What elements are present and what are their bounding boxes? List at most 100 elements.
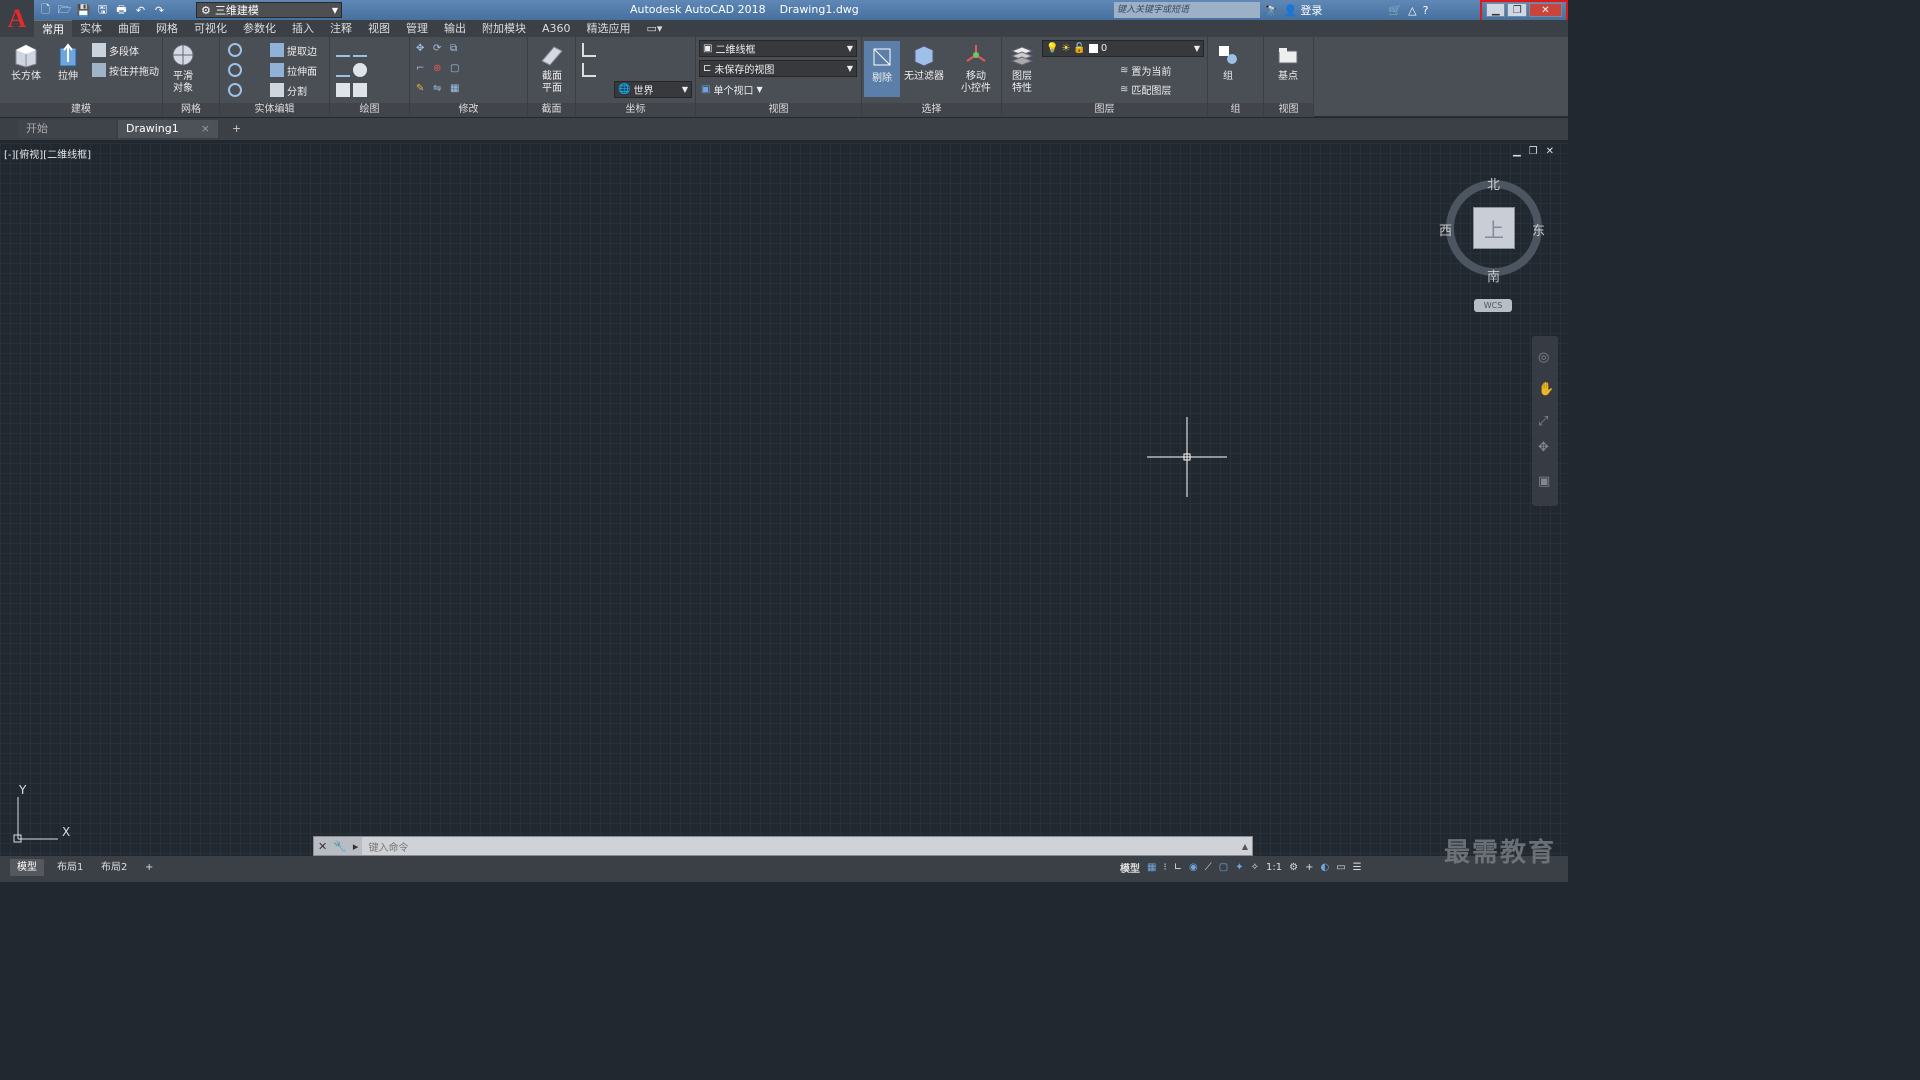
fillet-tools[interactable]: ⌐ ⊕ ▢	[416, 61, 464, 79]
move-tools[interactable]: ✥ ⟳ ⧉	[416, 41, 464, 59]
pan-icon[interactable]: ✋	[1538, 382, 1554, 397]
intersect-button[interactable]	[228, 81, 242, 99]
compass-north[interactable]: 北	[1487, 174, 1500, 193]
ribbon-tab-0[interactable]: 常用	[34, 20, 72, 37]
no-filter-button[interactable]: 无过滤器	[904, 41, 944, 83]
drawing-area[interactable]: [-][俯视][二维线框] ▁ ❐ ✕ Y X	[0, 143, 1568, 856]
spline-tools[interactable]	[336, 61, 367, 79]
undo-icon[interactable]: ↶	[133, 3, 148, 18]
ribbon-tab-13[interactable]: 精选应用	[579, 20, 639, 37]
ribbon-tab-4[interactable]: 可视化	[186, 20, 235, 37]
ortho-icon[interactable]: ∟	[1174, 862, 1182, 873]
close-button[interactable]: ✕	[1528, 3, 1562, 17]
add-layout-button[interactable]: +	[138, 859, 160, 876]
panel-title-layers[interactable]: 图层	[1002, 103, 1207, 117]
panel-title-view2[interactable]: 视图	[1264, 103, 1313, 117]
match-layer-button[interactable]: ≋ 匹配图层	[1120, 80, 1171, 98]
isodraft-icon[interactable]: ⟋	[1205, 862, 1212, 873]
ribbon-tab-3[interactable]: 网格	[148, 20, 186, 37]
ribbon-tab-7[interactable]: 注释	[322, 20, 360, 37]
cart-icon[interactable]: 🛒	[1388, 4, 1402, 17]
ribbon-tab-2[interactable]: 曲面	[110, 20, 148, 37]
recent-commands-icon[interactable]: ▸	[353, 840, 359, 853]
panel-title-selection[interactable]: 选择	[862, 103, 1001, 117]
polar-icon[interactable]: ◉	[1189, 862, 1198, 873]
box-button[interactable]: 长方体	[8, 41, 44, 83]
binoculars-icon[interactable]: 🔭	[1264, 4, 1278, 17]
layout-tab-2[interactable]: 布局2	[94, 859, 134, 876]
save-icon[interactable]: 💾	[76, 3, 91, 18]
base-point-button[interactable]: 基点	[1270, 41, 1306, 83]
layout-tab-model[interactable]: 模型	[10, 859, 44, 876]
customize-menu-icon[interactable]: ☰	[1353, 862, 1362, 873]
print-icon[interactable]: 🖶	[114, 3, 129, 18]
polysolid-button[interactable]: 多段体	[92, 41, 139, 59]
minimize-button[interactable]: ▁	[1486, 3, 1506, 17]
workspace-switch-icon[interactable]: ⚙	[1289, 862, 1298, 873]
annotation-scale[interactable]: 1:1	[1266, 862, 1282, 873]
panel-title-solid-edit[interactable]: 实体编辑	[220, 103, 329, 117]
ucs-tools-1[interactable]	[582, 41, 596, 59]
panel-title-modeling[interactable]: 建模	[0, 103, 162, 117]
tab-start[interactable]: 开始	[18, 120, 116, 138]
zoom-extents-icon[interactable]: ⤢	[1538, 414, 1548, 429]
hardware-acceleration-icon[interactable]: ◐	[1320, 862, 1329, 873]
compass-east[interactable]: 东	[1532, 220, 1545, 239]
new-tab-button[interactable]: +	[224, 120, 244, 138]
layout-tab-1[interactable]: 布局1	[50, 859, 90, 876]
tab-drawing1[interactable]: Drawing1 ×	[118, 120, 218, 138]
wcs-menu[interactable]: WCS	[1474, 299, 1512, 312]
orbit-icon[interactable]: ✥	[1538, 440, 1549, 455]
visual-style-dropdown[interactable]: ▣ 二维线框 ▼	[699, 40, 857, 57]
extrude-faces-button[interactable]: 拉伸面	[270, 61, 317, 79]
layer-dropdown[interactable]: 💡 ☀ 🔓 0 ▼	[1042, 40, 1204, 57]
line-tools[interactable]	[336, 41, 367, 59]
command-input[interactable]: 键入命令	[362, 839, 408, 854]
plus-icon[interactable]: +	[1305, 862, 1313, 873]
presspull-button[interactable]: 按住并拖动	[92, 61, 159, 79]
extrude-button[interactable]: 拉伸	[50, 41, 86, 83]
showmotion-icon[interactable]: ▣	[1538, 474, 1550, 489]
compass-south[interactable]: 南	[1487, 266, 1500, 285]
login-button[interactable]: 👤 登录	[1284, 2, 1323, 18]
separate-button[interactable]: 分割	[270, 81, 307, 99]
clean-screen-icon[interactable]: ▭	[1336, 862, 1345, 873]
panel-title-groups[interactable]: 组	[1208, 103, 1263, 117]
viewcube[interactable]: 上 北 南 东 西	[1439, 178, 1545, 285]
ribbon-tab-9[interactable]: 管理	[398, 20, 436, 37]
a360-icon[interactable]: △	[1408, 4, 1416, 17]
help-icon[interactable]: ?	[1423, 4, 1429, 17]
layer-properties-button[interactable]: 图层 特性	[1004, 41, 1040, 95]
model-space-button[interactable]: 模型	[1120, 860, 1140, 875]
panel-title-section[interactable]: 截面	[528, 103, 575, 117]
saved-view-dropdown[interactable]: ⊏ 未保存的视图 ▼	[699, 60, 857, 77]
group-button[interactable]: 组	[1210, 41, 1246, 83]
panel-title-modify[interactable]: 修改	[410, 103, 527, 117]
move-gizmo-button[interactable]: 移动 小控件	[958, 41, 994, 95]
panel-title-draw[interactable]: 绘图	[330, 103, 409, 117]
panel-title-coordinates[interactable]: 坐标	[576, 103, 695, 117]
steering-wheel-icon[interactable]: ◎	[1538, 350, 1549, 365]
close-command-line-icon[interactable]: ✕	[318, 840, 327, 853]
annotation-icon[interactable]: ✦	[1235, 862, 1243, 873]
open-file-icon[interactable]: 🗁	[57, 3, 72, 18]
culling-button[interactable]: 剔除	[864, 41, 900, 97]
subtract-button[interactable]	[228, 61, 242, 79]
ribbon-tab-11[interactable]: 附加模块	[474, 20, 534, 37]
application-menu-button[interactable]: A	[0, 0, 34, 37]
ucs-dropdown[interactable]: 🌐 世界 ▼	[614, 81, 692, 98]
ribbon-tab-5[interactable]: 参数化	[235, 20, 284, 37]
ucs-tools-2[interactable]	[582, 61, 596, 79]
save-as-icon[interactable]: 🖫	[95, 3, 110, 18]
set-current-button[interactable]: ≋ 置为当前	[1120, 61, 1171, 79]
ribbon-tab-8[interactable]: 视图	[360, 20, 398, 37]
mirror-tools[interactable]: ✎ ⇋ ▦	[416, 81, 464, 99]
section-plane-button[interactable]: 截面 平面	[534, 41, 570, 95]
history-up-icon[interactable]: ▲	[1242, 842, 1248, 851]
snap-icon[interactable]: ⁝	[1163, 862, 1166, 873]
shape-tools[interactable]	[336, 81, 367, 99]
restore-button[interactable]: ❐	[1507, 3, 1527, 17]
viewcube-face-top[interactable]: 上	[1473, 207, 1515, 249]
workspace-dropdown[interactable]: ⚙ 三维建模 ▼	[196, 2, 342, 18]
ribbon-tab-6[interactable]: 插入	[284, 20, 322, 37]
